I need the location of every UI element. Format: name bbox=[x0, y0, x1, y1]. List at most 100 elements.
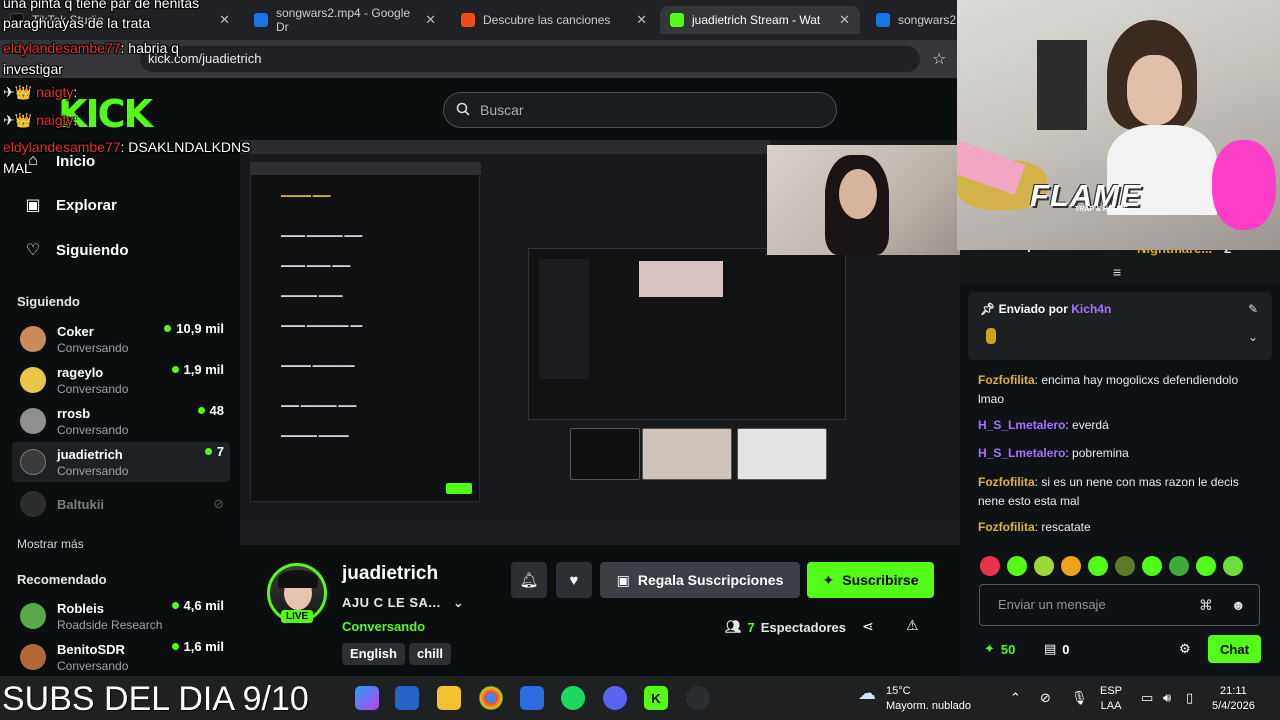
tag-english[interactable]: English bbox=[342, 643, 405, 665]
chrome-icon[interactable] bbox=[479, 686, 503, 710]
chat-username[interactable]: Fozfofilita bbox=[978, 475, 1035, 489]
captured-thumbnail bbox=[737, 428, 827, 480]
language-indicator[interactable]: ESP LAA bbox=[1100, 684, 1122, 714]
browser-tab[interactable]: Descubre las canciones ✕ bbox=[451, 6, 657, 34]
kick-app-icon[interactable]: K bbox=[644, 686, 668, 710]
chat-username[interactable]: H_S_Lmetalero bbox=[978, 418, 1065, 432]
chat-input[interactable]: Enviar un mensaje bbox=[979, 584, 1260, 626]
copilot-icon[interactable] bbox=[355, 686, 379, 710]
chat-message: H_S_Lmetalero: everdá bbox=[978, 418, 1109, 432]
chat-username[interactable]: Fozfofilita bbox=[978, 373, 1035, 387]
settings-gear-icon[interactable]: ⚙ bbox=[1179, 641, 1191, 657]
recommended-title: Recomendado bbox=[17, 572, 107, 587]
chevron-down-icon[interactable]: ⌄ bbox=[453, 595, 464, 610]
overlay-chat-user: naigty bbox=[36, 112, 74, 128]
volume-icon[interactable]: 🔊︎ bbox=[1163, 690, 1171, 705]
viewer-count: 1,6 mil bbox=[171, 639, 224, 654]
browser-tab-active[interactable]: juadietrich Stream - Wat ✕ bbox=[660, 6, 860, 34]
collapse-icon[interactable]: ≡ bbox=[1113, 264, 1121, 280]
close-icon[interactable]: ✕ bbox=[219, 12, 230, 28]
soundcloud-icon bbox=[461, 13, 475, 27]
stream-title[interactable]: AJU C LE SA... ⌄ bbox=[342, 595, 464, 611]
close-icon[interactable]: ✕ bbox=[839, 12, 850, 28]
store-icon[interactable] bbox=[520, 686, 544, 710]
chat-username[interactable]: Fozfofilita bbox=[978, 520, 1035, 534]
subscribe-button[interactable]: ✦ Suscribirse bbox=[807, 562, 934, 598]
notifications-button[interactable]: 🔔︎ bbox=[511, 562, 547, 598]
battery-icon[interactable]: ▯ bbox=[1186, 690, 1193, 705]
clock[interactable]: 21:11 5/4/2026 bbox=[1212, 684, 1255, 714]
emote-icon[interactable] bbox=[1061, 556, 1081, 576]
nav-explorar[interactable]: ▣ Explorar bbox=[24, 196, 116, 215]
close-icon[interactable]: ✕ bbox=[425, 12, 436, 28]
close-icon[interactable]: ✕ bbox=[636, 12, 647, 28]
outlook-icon[interactable] bbox=[395, 686, 419, 710]
microphone-icon[interactable]: 🎙︎ bbox=[1071, 690, 1088, 705]
gift-subs-button[interactable]: ▣ Regala Suscripciones bbox=[600, 562, 800, 598]
report-icon[interactable]: ⚠ bbox=[906, 617, 919, 634]
following-item-offline[interactable]: Baltukii ⊘ bbox=[12, 484, 230, 524]
follow-button[interactable]: ♥ bbox=[556, 562, 592, 598]
file-explorer-icon[interactable] bbox=[437, 686, 461, 710]
viewer-count-text: 7 bbox=[216, 444, 224, 459]
following-item[interactable]: rrosb Conversando 48 bbox=[12, 401, 230, 441]
captured-image bbox=[639, 261, 723, 297]
live-dot-icon bbox=[164, 325, 172, 332]
command-icon[interactable]: ⌘ bbox=[1199, 597, 1213, 614]
weather-widget[interactable]: 15°C Mayorm. nublado bbox=[886, 684, 971, 714]
recommended-item[interactable]: BenitoSDR Conversando 1,6 mil bbox=[12, 637, 230, 677]
chevron-up-icon[interactable]: ⌃ bbox=[1010, 690, 1021, 705]
emoji-icon[interactable]: ☻ bbox=[1231, 597, 1246, 613]
following-item[interactable]: Coker Conversando 10,9 mil bbox=[12, 319, 230, 359]
points-value: 50 bbox=[1000, 641, 1016, 657]
bookmark-star-icon[interactable]: ☆ bbox=[932, 49, 946, 69]
channel-category: Conversando bbox=[57, 463, 129, 478]
url-field[interactable]: kick.com/juadietrich bbox=[140, 46, 920, 72]
emote-icon[interactable] bbox=[1196, 556, 1216, 576]
person-face bbox=[1127, 55, 1182, 125]
tag-chill[interactable]: chill bbox=[409, 643, 452, 665]
emote-icon[interactable] bbox=[1088, 556, 1108, 576]
compass-icon: ▣ bbox=[25, 197, 41, 214]
recommended-item[interactable]: Robleis Roadside Research 4,6 mil bbox=[12, 596, 230, 636]
weather-desc: Mayorm. nublado bbox=[886, 700, 971, 712]
emote-icon[interactable] bbox=[1169, 556, 1189, 576]
chat-username[interactable]: H_S_Lmetalero bbox=[978, 446, 1065, 460]
pinned-message[interactable]: 📌︎ Enviado por Kich4n ✎ ⌄ bbox=[968, 292, 1272, 360]
browser-tab[interactable]: songwars2. bbox=[866, 6, 960, 34]
channel-points[interactable]: ✦ 50 bbox=[984, 641, 1015, 657]
discord-icon[interactable] bbox=[603, 686, 627, 710]
emote-icon[interactable] bbox=[1007, 556, 1027, 576]
stream-category[interactable]: Conversando bbox=[342, 619, 425, 634]
emote-icon[interactable] bbox=[1034, 556, 1054, 576]
browser-tab[interactable]: songwars2.mp4 - Google Dr ✕ bbox=[244, 6, 446, 34]
obs-icon[interactable] bbox=[686, 686, 710, 710]
following-item-selected[interactable]: juadietrich Conversando 7 bbox=[12, 442, 230, 482]
emote-icon bbox=[986, 328, 996, 344]
network-off-icon[interactable]: ⊘ bbox=[1040, 690, 1051, 705]
chevron-down-icon[interactable]: ⌄ bbox=[1248, 330, 1258, 344]
emote-icon[interactable] bbox=[1115, 556, 1135, 576]
spotify-icon[interactable] bbox=[561, 686, 585, 710]
emote-icon[interactable] bbox=[1142, 556, 1162, 576]
following-item[interactable]: rageylo Conversando 1,9 mil bbox=[12, 360, 230, 400]
share-icon[interactable]: ⋖ bbox=[862, 618, 874, 635]
stream-title-text: AJU C LE SA... bbox=[342, 595, 441, 610]
search-input[interactable]: Buscar bbox=[443, 92, 837, 128]
viewer-count: 10,9 mil bbox=[164, 321, 224, 336]
chat-text: everdá bbox=[1072, 418, 1109, 432]
emote-icon[interactable] bbox=[1223, 556, 1243, 576]
channel-name[interactable]: juadietrich bbox=[342, 563, 438, 585]
emote-icon[interactable] bbox=[980, 556, 1000, 576]
nav-siguiendo[interactable]: ♡ Siguiendo bbox=[24, 241, 129, 260]
show-more-link[interactable]: Mostrar más bbox=[17, 537, 84, 551]
captured-person-face bbox=[839, 169, 877, 219]
video-player[interactable]: ▬▬▬▬▬ ▬▬▬ ▬▬▬▬ ▬▬▬▬▬▬ ▬▬▬ ▬▬▬▬ ▬▬▬▬ ▬▬▬ … bbox=[240, 140, 960, 545]
offline-icon: ⊘ bbox=[213, 496, 224, 511]
channel-category: Conversando bbox=[57, 658, 129, 673]
send-chat-button[interactable]: Chat bbox=[1208, 635, 1261, 663]
display-icon[interactable]: ▭ bbox=[1141, 690, 1153, 705]
unpin-icon[interactable]: ✎ bbox=[1248, 302, 1258, 316]
screen: TikTok Studio ✕ songwars2.mp4 - Google D… bbox=[0, 0, 1280, 720]
rewards-bag[interactable]: ▤ 0 bbox=[1044, 641, 1070, 657]
